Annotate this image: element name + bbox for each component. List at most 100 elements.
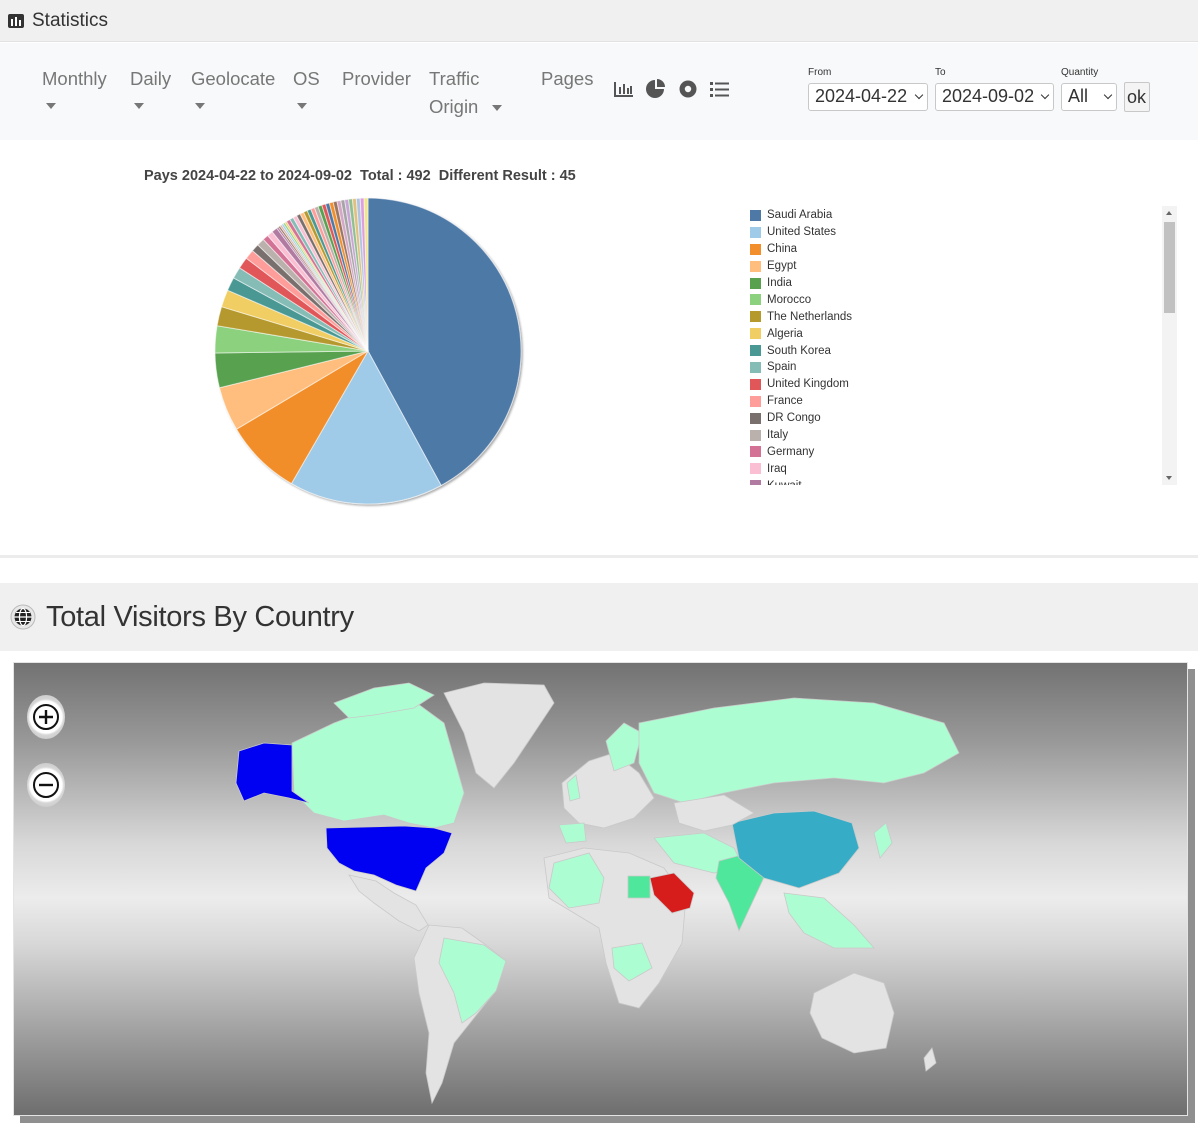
zoom-out-button[interactable] (27, 763, 65, 807)
world-map-svg (235, 682, 960, 1105)
menu-traffic-label: Traffic (429, 68, 480, 89)
legend-item[interactable]: South Korea (750, 342, 1150, 359)
legend-swatch (750, 226, 761, 238)
menu-traffic-origin[interactable]: Traffic Origin (429, 65, 502, 121)
legend-label: The Netherlands (767, 310, 853, 323)
chevron-down-icon (46, 103, 56, 109)
quantity-label: Quantity (1061, 67, 1099, 78)
zoom-in-icon (33, 704, 59, 730)
menu-pages[interactable]: Pages (541, 65, 593, 93)
map-greenland (443, 682, 555, 789)
scroll-up-icon[interactable] (1166, 211, 1172, 215)
legend-item[interactable]: Germany (750, 443, 1150, 460)
chevron-down-icon (1040, 90, 1050, 100)
legend-label: United States (767, 226, 837, 239)
legend-swatch (750, 328, 761, 340)
from-label: From (808, 67, 832, 78)
zoom-out-icon (33, 772, 59, 798)
legend-label: India (767, 277, 792, 289)
chart-panel: Pays 2024-04-22 to 2024-09-02 Total : 49… (0, 141, 1198, 558)
legend-item[interactable]: India (750, 275, 1150, 292)
from-date-value: 2024-04-22 (815, 86, 908, 106)
statistics-header: Statistics (0, 0, 1198, 42)
menu-daily[interactable]: Daily (130, 65, 172, 109)
legend-item[interactable]: DR Congo (750, 410, 1150, 427)
bar-chart-icon[interactable] (613, 79, 635, 99)
legend-item[interactable]: Saudi Arabia (750, 207, 1150, 224)
globe-icon (10, 604, 36, 630)
legend-label: Egypt (767, 260, 797, 273)
menu-geolocate-label: Geolocate (191, 68, 276, 89)
menu-os-label: OS (293, 68, 320, 89)
legend-label: Algeria (767, 327, 803, 340)
scrollbar-thumb[interactable] (1164, 222, 1175, 313)
donut-chart-icon[interactable] (677, 79, 699, 99)
chart-legend: Saudi Arabia United States China Egypt India… (750, 207, 1150, 485)
list-icon[interactable] (709, 79, 731, 99)
map-spain (558, 822, 587, 844)
legend-swatch (750, 378, 761, 390)
page-title: Statistics (32, 9, 109, 31)
legend-item[interactable]: Egypt (750, 258, 1150, 275)
legend-item[interactable]: Algeria (750, 325, 1150, 342)
legend-item[interactable]: Iraq (750, 460, 1150, 477)
legend-label: Spain (767, 361, 797, 374)
ok-button[interactable]: ok (1124, 82, 1150, 112)
legend-label: Saudi Arabia (767, 209, 833, 222)
map-japan (873, 822, 893, 859)
pie-chart-icon[interactable] (645, 79, 667, 99)
legend-label: South Korea (767, 344, 831, 357)
legend-label: France (767, 395, 803, 408)
legend-swatch (750, 463, 761, 475)
menu-pages-label: Pages (541, 68, 594, 89)
map-australia (809, 972, 895, 1054)
map-canada (291, 700, 465, 829)
legend-item[interactable]: Kuwait (750, 477, 1150, 485)
chevron-down-icon (134, 103, 144, 109)
legend-scrollbar[interactable] (1162, 206, 1177, 485)
legend-swatch (750, 395, 761, 407)
legend-item[interactable]: China (750, 241, 1150, 258)
pie-chart (214, 197, 522, 505)
legend-item[interactable]: The Netherlands (750, 308, 1150, 325)
to-date-value: 2024-09-02 (942, 86, 1035, 106)
menu-os[interactable]: OS (293, 65, 320, 109)
menu-daily-label: Daily (130, 68, 172, 89)
visitors-header: Total Visitors By Country (0, 583, 1198, 651)
legend-swatch (750, 294, 761, 306)
statistics-toolbar: Monthly Daily Geolocate OS Provider Traf… (0, 43, 1198, 140)
legend-item[interactable]: Morocco (750, 291, 1150, 308)
chart-title: Pays 2024-04-22 to 2024-09-02 Total : 49… (144, 168, 576, 184)
menu-provider[interactable]: Provider (342, 65, 411, 93)
to-label: To (935, 67, 946, 78)
chevron-down-icon (195, 103, 205, 109)
world-map[interactable] (13, 662, 1188, 1116)
legend-label: United Kingdom (767, 378, 849, 391)
scroll-down-icon[interactable] (1166, 476, 1172, 480)
zoom-in-button[interactable] (27, 695, 65, 739)
legend-item[interactable]: Italy (750, 427, 1150, 444)
visitors-title: Total Visitors By Country (46, 600, 354, 633)
legend-label: Italy (767, 429, 789, 442)
menu-provider-label: Provider (342, 68, 411, 89)
menu-monthly[interactable]: Monthly (42, 65, 107, 109)
legend-swatch (750, 243, 761, 255)
legend-item[interactable]: France (750, 393, 1150, 410)
quantity-value: All (1068, 86, 1089, 106)
legend-item[interactable]: United Kingdom (750, 376, 1150, 393)
legend-item[interactable]: United States (750, 224, 1150, 241)
chevron-down-icon (914, 90, 924, 100)
menu-monthly-label: Monthly (42, 68, 107, 89)
menu-geolocate[interactable]: Geolocate (191, 65, 276, 109)
chevron-down-icon (297, 103, 307, 109)
from-date-select[interactable]: 2024-04-22 (808, 83, 928, 111)
legend-swatch (750, 277, 761, 289)
to-date-select[interactable]: 2024-09-02 (935, 83, 1054, 111)
map-se-asia (783, 892, 875, 949)
legend-label: DR Congo (767, 412, 821, 425)
legend-swatch (750, 209, 761, 221)
bar-chart-icon (8, 13, 24, 28)
quantity-select[interactable]: All (1061, 83, 1117, 111)
legend-item[interactable]: Spain (750, 359, 1150, 376)
chevron-down-icon (1103, 90, 1113, 100)
